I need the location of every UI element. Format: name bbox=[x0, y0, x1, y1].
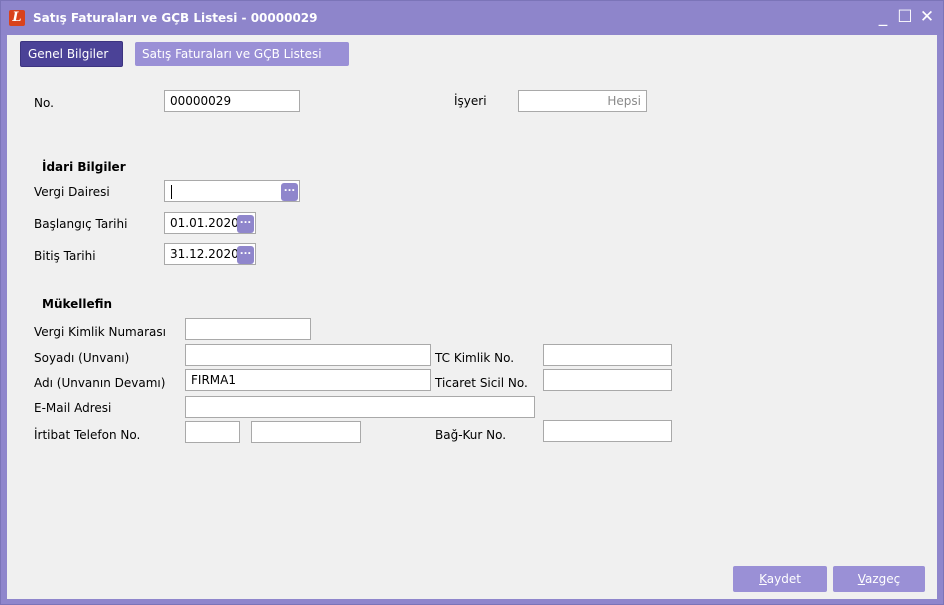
tc-kimlik-field[interactable] bbox=[543, 344, 672, 366]
isyeri-field[interactable]: Hepsi bbox=[518, 90, 647, 112]
minimize-icon[interactable]: _ bbox=[873, 7, 893, 27]
bagkur-label: Bağ-Kur No. bbox=[435, 428, 507, 442]
save-label: aydet bbox=[766, 572, 801, 586]
telefon-label: İrtibat Telefon No. bbox=[34, 428, 141, 442]
soyadi-field[interactable] bbox=[185, 344, 431, 366]
vergi-dairesi-label: Vergi Dairesi bbox=[34, 185, 110, 199]
bitis-tarihi-picker-button[interactable]: ... bbox=[237, 246, 254, 264]
cancel-hotkey: V bbox=[857, 572, 866, 586]
ticaret-sicil-label: Ticaret Sicil No. bbox=[435, 376, 528, 390]
vergi-dairesi-field[interactable] bbox=[164, 180, 300, 202]
bitis-tarihi-label: Bitiş Tarihi bbox=[34, 249, 96, 263]
logo-app-icon: L bbox=[9, 10, 25, 26]
cancel-label: azgeç bbox=[865, 572, 901, 586]
window-title: Satış Faturaları ve GÇB Listesi - 000000… bbox=[33, 11, 318, 25]
save-button[interactable]: Kaydet bbox=[733, 566, 827, 592]
telefon-code-field[interactable] bbox=[185, 421, 240, 443]
bagkur-field[interactable] bbox=[543, 420, 672, 442]
title-bar[interactable]: L Satış Faturaları ve GÇB Listesi - 0000… bbox=[1, 1, 943, 35]
text-cursor bbox=[171, 184, 172, 199]
tab-genel-bilgiler[interactable]: Genel Bilgiler bbox=[20, 41, 123, 67]
save-hotkey: K bbox=[759, 572, 767, 586]
no-label: No. bbox=[34, 96, 54, 110]
vergi-dairesi-lookup-button[interactable]: ... bbox=[281, 183, 298, 201]
baslangic-tarihi-picker-button[interactable]: ... bbox=[237, 215, 254, 233]
mukellefin-heading: Mükellefin bbox=[42, 297, 113, 311]
telefon-number-field[interactable] bbox=[251, 421, 361, 443]
vkn-field[interactable] bbox=[185, 318, 311, 340]
ticaret-sicil-field[interactable] bbox=[543, 369, 672, 391]
tab-satis-faturalari[interactable]: Satış Faturaları ve GÇB Listesi bbox=[135, 42, 349, 66]
email-label: E-Mail Adresi bbox=[34, 401, 112, 415]
isyeri-label: İşyeri bbox=[454, 94, 487, 108]
adi-field[interactable]: FIRMA1 bbox=[185, 369, 431, 391]
vkn-label: Vergi Kimlik Numarası bbox=[34, 325, 166, 339]
maximize-icon[interactable]: ☐ bbox=[895, 7, 915, 27]
adi-label: Adı (Unvanın Devamı) bbox=[34, 376, 166, 390]
baslangic-tarihi-label: Başlangıç Tarihi bbox=[34, 217, 128, 231]
close-icon[interactable]: ✕ bbox=[917, 7, 937, 27]
no-field[interactable]: 00000029 bbox=[164, 90, 300, 112]
tc-kimlik-label: TC Kimlik No. bbox=[435, 351, 515, 365]
soyadi-label: Soyadı (Unvanı) bbox=[34, 351, 130, 365]
cancel-button[interactable]: Vazgeç bbox=[833, 566, 925, 592]
idari-bilgiler-heading: İdari Bilgiler bbox=[42, 160, 126, 174]
email-field[interactable] bbox=[185, 396, 535, 418]
form-window: L Satış Faturaları ve GÇB Listesi - 0000… bbox=[0, 0, 944, 605]
form-content: Genel Bilgiler Satış Faturaları ve GÇB L… bbox=[7, 35, 937, 599]
